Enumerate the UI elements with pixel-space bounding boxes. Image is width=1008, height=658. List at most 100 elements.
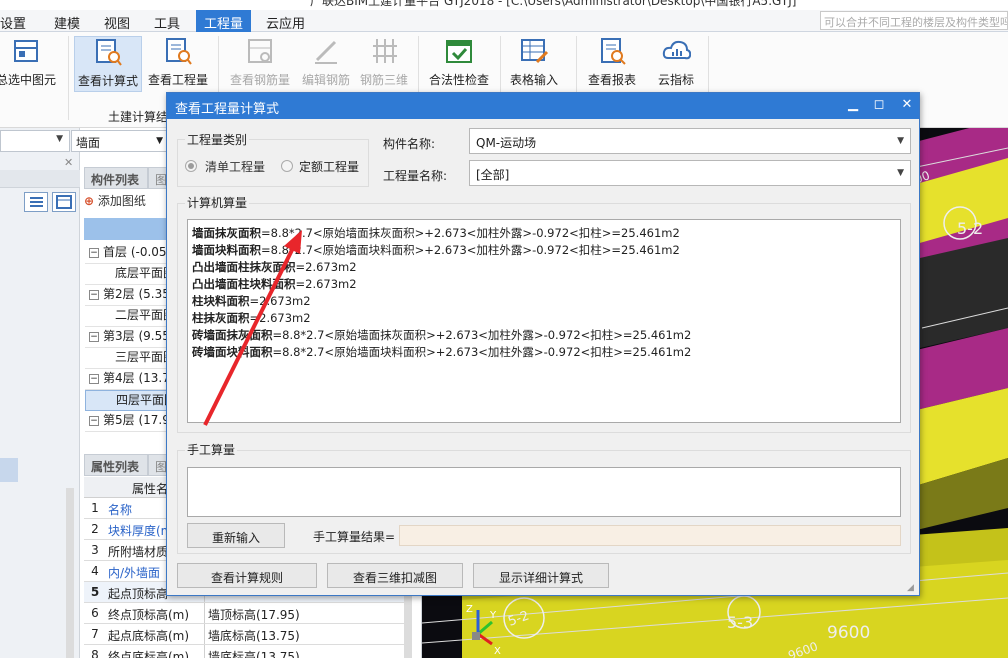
property-row[interactable]: 8 终点底标高(m) 墙底标高(13.75) [84, 645, 410, 658]
search-input[interactable]: 可以合并不同工程的楼层及构件类型吗 [820, 11, 1008, 30]
grid-view-icon[interactable] [52, 192, 76, 212]
tree-label: 第2层 (5.35 [103, 287, 167, 301]
radio-list-qty[interactable] [185, 160, 197, 172]
cloud-index-button[interactable]: 云指标 [648, 36, 704, 92]
separator [68, 36, 69, 120]
property-name-header: 属性名 [132, 482, 169, 496]
tree-drawing-4[interactable]: 四层平面图 [85, 390, 167, 411]
tree-label: 第4层 (13.7 [103, 371, 167, 385]
resize-grip-icon[interactable]: ◢ [907, 583, 914, 593]
svg-text:5-3: 5-3 [727, 613, 753, 632]
tree-floor-2[interactable]: − 第2层 (5.35 [85, 285, 167, 306]
view-rules-button[interactable]: 查看计算规则 [177, 563, 317, 588]
category-dropdown[interactable]: 墙面 ▼ [71, 130, 168, 152]
tab-drawing-2[interactable]: 图 [148, 454, 168, 476]
svg-text:Z: Z [466, 604, 473, 615]
collapse-icon: − [89, 331, 99, 342]
menu-settings[interactable]: 设置 [0, 13, 26, 32]
view-formula-button[interactable]: 查看计算式 [74, 36, 142, 92]
tree-label: 四层平面图 [116, 393, 166, 407]
validity-check-label: 合法性检查 [428, 73, 489, 87]
pencil-icon [311, 36, 341, 66]
edit-rebar-button[interactable]: 编辑钢筋 [296, 36, 356, 92]
property-value: 墙顶标高(17.95) [208, 608, 300, 622]
component-list-header [84, 218, 170, 240]
table-input-button[interactable]: 表格输入 [504, 36, 564, 92]
left-scrollbar[interactable] [66, 488, 74, 658]
property-value: 墙底标高(13.75) [208, 629, 300, 643]
cloud-chart-icon [661, 36, 692, 66]
tree-floor-1[interactable]: − 首层 (-0.05 [85, 243, 167, 264]
tree-label: 第3层 (9.55 [103, 329, 167, 343]
menu-modeling[interactable]: 建模 [54, 13, 80, 32]
reinput-button[interactable]: 重新输入 [187, 523, 285, 548]
table-edit-icon [519, 36, 549, 66]
view-report-button[interactable]: 查看报表 [582, 36, 642, 92]
dialog-title-bar[interactable]: 查看工程量计算式 [167, 93, 919, 119]
row-number: 6 [91, 606, 99, 620]
list-view-icon[interactable] [24, 192, 48, 212]
show-detail-formula-button[interactable]: 显示详细计算式 [473, 563, 609, 588]
view-quantity-button[interactable]: 查看工程量 [144, 36, 212, 92]
row-number: 1 [91, 501, 99, 515]
manual-result-label: 手工算量结果= [313, 530, 396, 544]
chevron-down-icon: ▼ [56, 134, 63, 144]
collapse-icon: − [89, 373, 99, 384]
property-row[interactable]: 6 终点顶标高(m) 墙顶标高(17.95) [84, 603, 410, 624]
svg-text:X: X [494, 646, 501, 657]
tree-drawing-1[interactable]: 底层平面图 [85, 264, 167, 285]
add-drawing-button[interactable]: ⊕ 添加图纸 [84, 192, 170, 214]
qty-name-select[interactable]: [全部] ▼ [469, 160, 911, 186]
property-name: 终点顶标高(m) [108, 608, 190, 622]
tree-floor-4[interactable]: − 第4层 (13.7 [85, 369, 167, 390]
property-row[interactable]: 7 起点底标高(m) 墙底标高(13.75) [84, 624, 410, 645]
maximize-icon[interactable]: ◻ [871, 97, 887, 112]
close-icon[interactable]: ✕ [899, 97, 915, 112]
tab-drawing[interactable]: 图 [148, 167, 168, 189]
select-all-button[interactable]: 总选中图元 [0, 36, 60, 92]
component-name-label: 构件名称: [383, 137, 436, 151]
calc-group-label: 计算机算量 [185, 194, 250, 211]
radio-list-label: 清单工程量 [205, 160, 266, 174]
left-dropdown[interactable]: ▼ [0, 130, 70, 152]
ribbon-group-label: 土建计算结 [108, 110, 169, 124]
tab-properties[interactable]: 属性列表 [84, 454, 148, 476]
radio-quota-qty[interactable] [281, 160, 293, 172]
view-rebar-button[interactable]: 查看钢筋量 [226, 36, 294, 92]
view-formula-label: 查看计算式 [77, 74, 138, 88]
component-name-select[interactable]: QM-运动场 ▼ [469, 128, 911, 154]
view-rebar-label: 查看钢筋量 [229, 73, 290, 87]
tree-label: 二层平面图 [115, 308, 167, 322]
tree-floor-5[interactable]: − 第5层 (17.9 [85, 411, 167, 432]
tree-drawing-3[interactable]: 三层平面图 [85, 348, 167, 369]
validity-check-button[interactable]: 合法性检查 [424, 36, 494, 92]
close-icon[interactable]: ✕ [64, 156, 73, 169]
chevron-down-icon: ▼ [897, 168, 904, 178]
collapse-icon: − [89, 247, 99, 258]
row-number: 4 [91, 564, 99, 578]
minimize-icon[interactable]: ▁ [845, 97, 861, 112]
collapse-icon: − [89, 289, 99, 300]
collapse-icon: − [89, 415, 99, 426]
property-name: 起点底标高(m) [108, 629, 190, 643]
view-3d-deduction-button[interactable]: 查看三维扣减图 [327, 563, 463, 588]
tree-drawing-2[interactable]: 二层平面图 [85, 306, 167, 327]
tree-label: 底层平面图 [115, 266, 167, 280]
menu-tools[interactable]: 工具 [154, 13, 180, 32]
calc-formula-area[interactable]: 墙面抹灰面积=8.8*2.7<原始墙面抹灰面积>+2.673<加柱外露>-0.9… [187, 219, 901, 423]
tree-floor-3[interactable]: − 第3层 (9.55 [85, 327, 167, 348]
menu-view[interactable]: 视图 [104, 13, 130, 32]
formula-line: 砖墙面块料面积=8.8*2.7<原始墙面块料面积>+2.673<加柱外露>-0.… [192, 345, 692, 359]
menu-quantity[interactable]: 工程量 [196, 10, 252, 32]
menu-cloud[interactable]: 云应用 [266, 13, 305, 32]
formula-line: 砖墙面抹灰面积=8.8*2.7<原始墙面抹灰面积>+2.673<加柱外露>-0.… [192, 328, 692, 342]
property-name: 终点底标高(m) [108, 650, 190, 658]
checkmark-icon [444, 36, 474, 66]
rebar-3d-button[interactable]: 钢筋三维 [356, 36, 412, 92]
view-report-label: 查看报表 [587, 73, 636, 87]
svg-text:9600: 9600 [827, 623, 870, 643]
tab-component-list[interactable]: 构件列表 [84, 167, 148, 189]
manual-formula-input[interactable] [187, 467, 901, 517]
left-selected-item[interactable] [0, 458, 18, 482]
property-scrollbar[interactable] [404, 596, 412, 658]
